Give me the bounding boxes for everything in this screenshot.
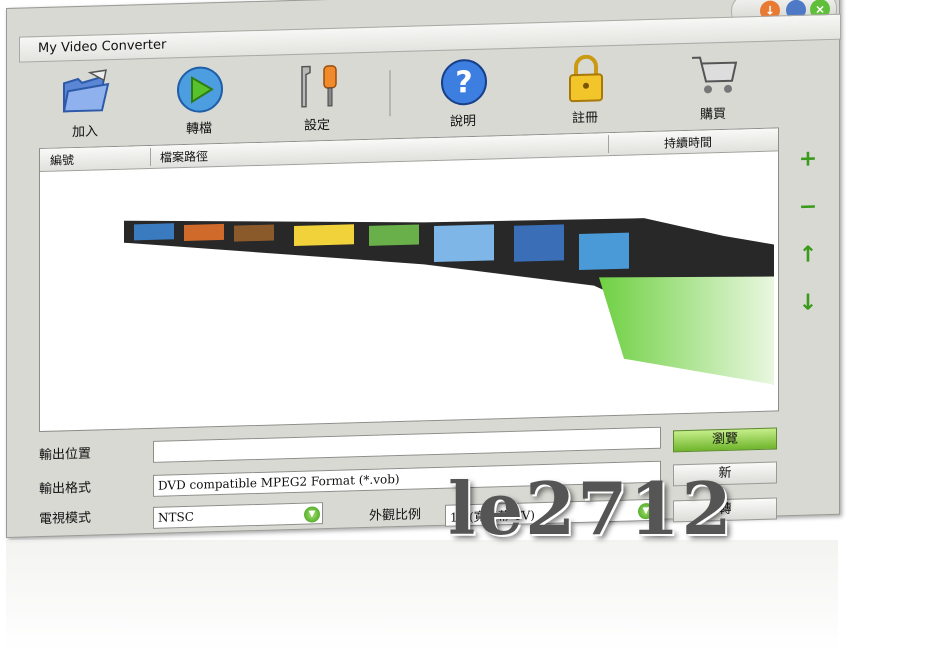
col-duration[interactable]: 持續時間: [664, 133, 712, 151]
file-list[interactable]: 編號 檔案路徑 持續時間: [39, 127, 779, 433]
window-title: My Video Converter: [38, 37, 167, 57]
output-location-label: 輸出位置: [39, 446, 92, 464]
folder-icon: [60, 68, 110, 115]
convert-button[interactable]: 轉檔: [159, 64, 239, 140]
tv-mode-label: 電視模式: [39, 510, 92, 528]
buy-label: 購買: [699, 106, 726, 123]
convert-label: 轉檔: [185, 121, 212, 137]
lock-icon: [560, 54, 610, 103]
browse-button[interactable]: 瀏覽: [673, 427, 777, 453]
remove-item-icon[interactable]: −: [797, 194, 819, 220]
filmstrip-illustration: [124, 218, 774, 385]
add-item-icon[interactable]: +: [797, 146, 819, 172]
help-label: 說明: [449, 113, 476, 130]
chevron-down-icon[interactable]: ▼: [304, 506, 320, 523]
aspect-ratio-label: 外觀比例: [369, 507, 422, 524]
output-format-label: 輸出格式: [39, 480, 92, 498]
tv-mode-select[interactable]: NTSC ▼: [153, 502, 323, 529]
toolbar-separator: [389, 70, 391, 117]
help-button[interactable]: ? 說明: [423, 57, 503, 133]
tools-icon: [292, 62, 342, 109]
settings-button[interactable]: 設定: [277, 61, 357, 137]
app-window: ↓ × My Video Converter 加入 轉檔 設定 ? 說明 註冊 …: [6, 0, 841, 538]
register-button[interactable]: 註冊: [545, 54, 625, 130]
watermark-text: le2712: [448, 466, 734, 551]
buy-button[interactable]: 購買: [673, 50, 753, 126]
play-icon: [174, 65, 224, 113]
move-down-icon[interactable]: ↓: [797, 290, 819, 316]
output-location-field[interactable]: [153, 426, 661, 463]
add-button[interactable]: 加入: [45, 68, 125, 144]
settings-label: 設定: [303, 117, 330, 134]
col-path[interactable]: 檔案路徑: [160, 147, 208, 165]
add-label: 加入: [71, 124, 98, 141]
register-label: 註冊: [571, 110, 598, 127]
col-number[interactable]: 編號: [50, 151, 74, 169]
svg-text:?: ?: [455, 65, 472, 100]
question-icon: ?: [438, 58, 488, 106]
window-reflection: [6, 540, 838, 652]
move-up-icon[interactable]: ↑: [797, 242, 819, 268]
cart-icon: [688, 51, 738, 98]
list-header: 編號 檔案路徑 持續時間: [40, 128, 778, 173]
